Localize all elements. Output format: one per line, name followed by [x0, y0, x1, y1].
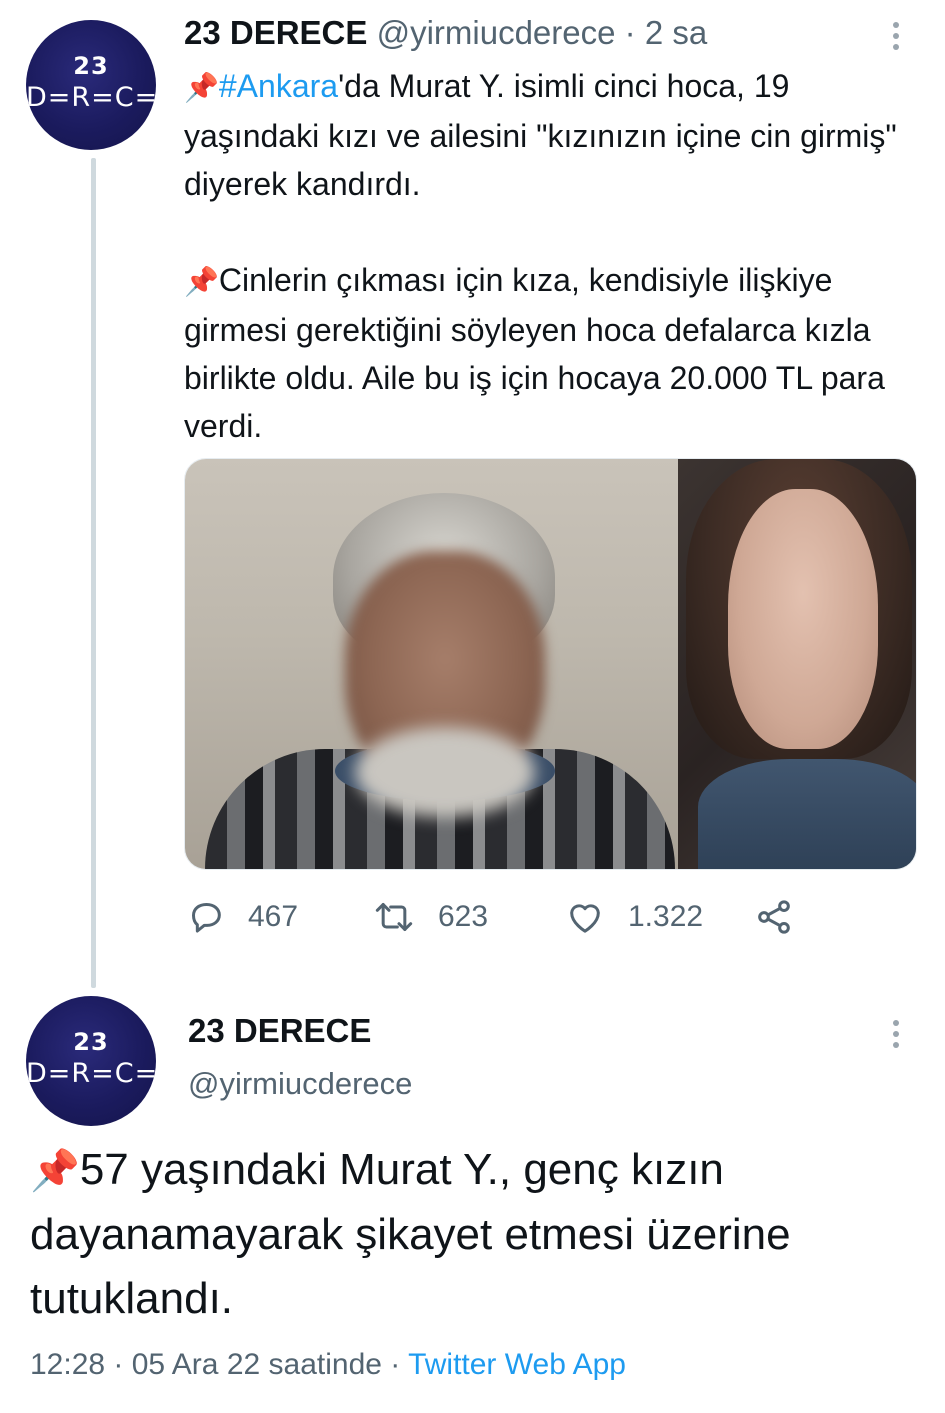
thread-connector-line: [91, 158, 96, 988]
paragraph-text: Cinlerin çıkması için kıza, kendisiyle i…: [184, 262, 885, 444]
pushpin-icon: 📌: [30, 1149, 80, 1193]
reply-icon: [192, 903, 221, 933]
retweet-button[interactable]: 623: [372, 895, 488, 939]
avatar-logo-word: D=R=C=: [26, 1058, 156, 1089]
share-button[interactable]: [754, 895, 794, 939]
tweet-text: 📌#Ankara'da Murat Y. isimli cinci hoca, …: [184, 62, 924, 450]
meta-separator: ·: [381, 1348, 409, 1381]
hashtag-link[interactable]: #Ankara: [219, 68, 338, 104]
avatar[interactable]: 23 D=R=C=: [26, 996, 156, 1126]
retweet-count: 623: [438, 900, 489, 933]
tweet-actions: 467 623 1.322: [186, 895, 806, 939]
tweet-timestamp[interactable]: 12:28: [30, 1348, 105, 1381]
like-count: 1.322: [628, 900, 704, 933]
author-handle[interactable]: @yirmiucderece: [188, 1066, 412, 1102]
media-photo-girl[interactable]: [678, 459, 916, 869]
heart-icon: [570, 904, 600, 933]
tweet-time[interactable]: 2 sa: [645, 14, 707, 51]
tweet-text: 📌57 yaşındaki Murat Y., genç kızın dayan…: [30, 1138, 930, 1331]
avatar[interactable]: 23 D=R=C=: [26, 20, 156, 150]
more-options-icon[interactable]: [893, 22, 901, 55]
pushpin-icon: 📌: [184, 72, 219, 103]
header-separator: ·: [624, 14, 636, 51]
more-options-icon[interactable]: [893, 1020, 901, 1053]
meta-separator: ·: [105, 1348, 132, 1381]
avatar-logo-word: D=R=C=: [26, 82, 156, 113]
tweet-date[interactable]: 05 Ara 22 saatinde: [132, 1348, 382, 1381]
pushpin-icon: 📌: [184, 266, 219, 297]
share-icon: [758, 900, 790, 934]
tweet-paragraph: 📌Cinlerin çıkması için kıza, kendisiyle …: [184, 256, 924, 450]
author-name[interactable]: 23 DERECE: [184, 14, 367, 51]
paragraph-text: 57 yaşındaki Murat Y., genç kızın dayana…: [30, 1145, 791, 1323]
media-photo-man[interactable]: [185, 459, 678, 869]
author-handle[interactable]: @yirmiucderece: [377, 14, 616, 51]
reply-count: 467: [248, 900, 299, 933]
author-name[interactable]: 23 DERECE: [188, 1012, 371, 1050]
reply-button[interactable]: 467: [186, 895, 298, 939]
like-button[interactable]: 1.322: [564, 895, 703, 939]
tweet-metadata: 12:28 · 05 Ara 22 saatinde · Twitter Web…: [30, 1348, 626, 1382]
avatar-logo-number: 23: [73, 52, 109, 80]
tweet-paragraph: 📌#Ankara'da Murat Y. isimli cinci hoca, …: [184, 62, 924, 208]
tweet-header: 23 DERECE @yirmiucderece · 2 sa: [184, 14, 707, 52]
avatar-logo-number: 23: [73, 1028, 109, 1056]
tweet-media[interactable]: [184, 458, 917, 870]
tweet-source-link[interactable]: Twitter Web App: [408, 1348, 626, 1381]
retweet-icon: [375, 903, 413, 931]
